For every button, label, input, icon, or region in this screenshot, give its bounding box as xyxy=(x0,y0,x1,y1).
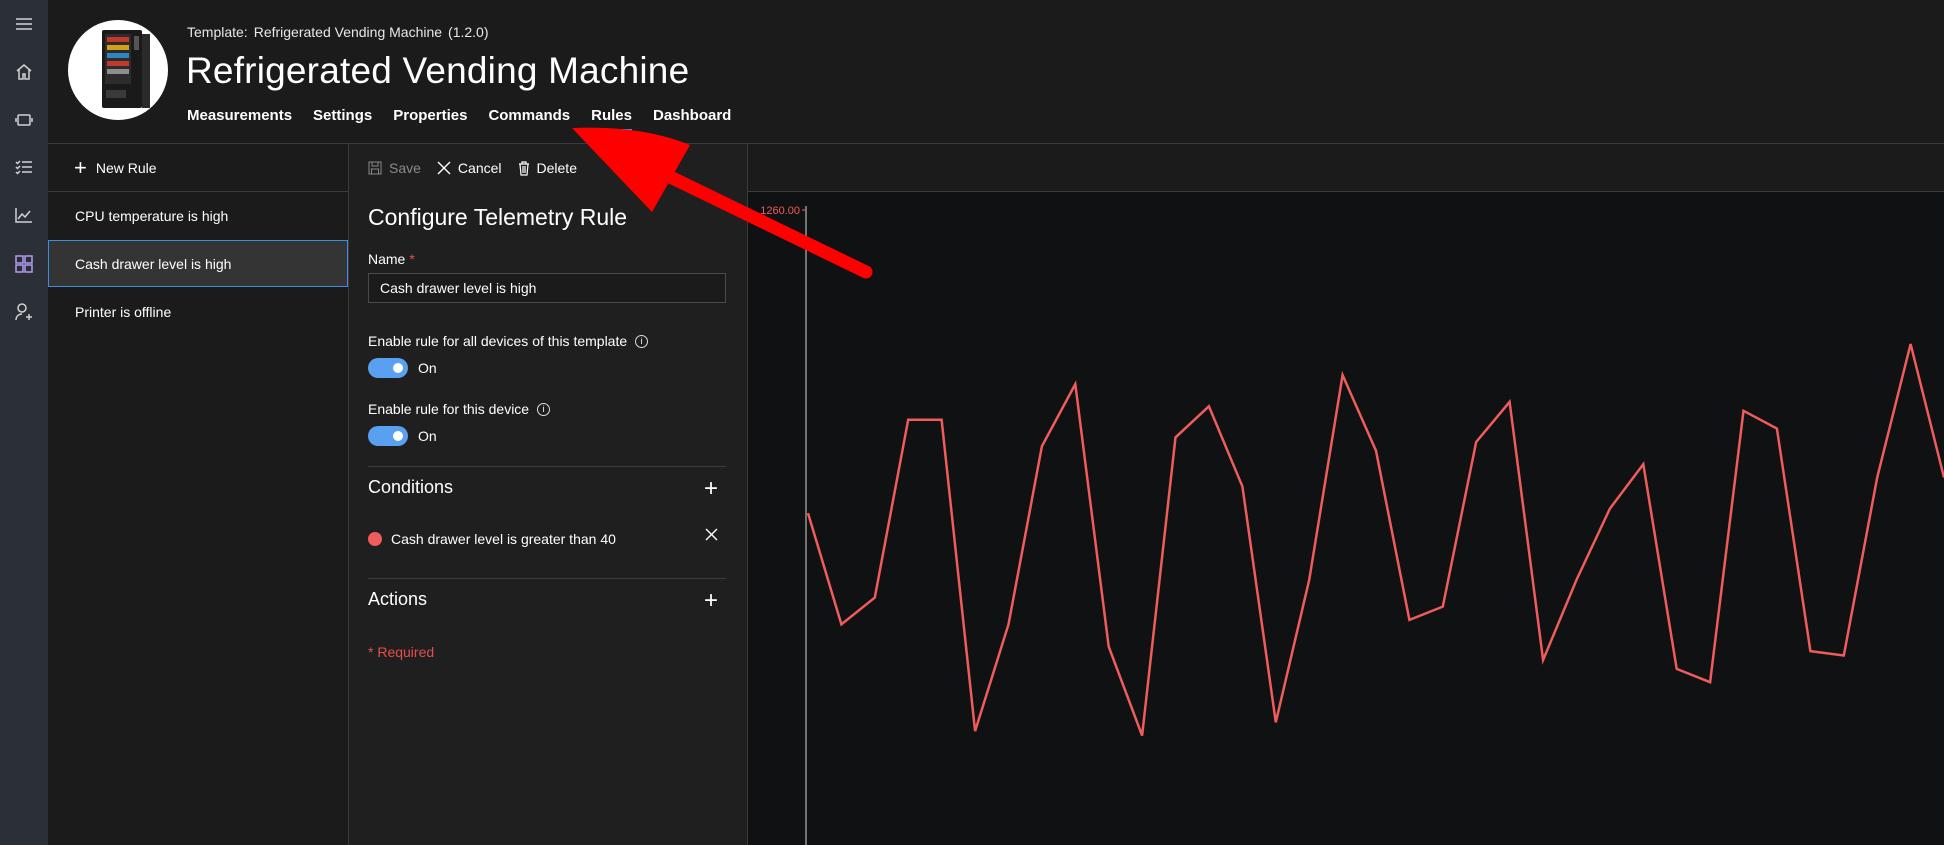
device-header: Template: Refrigerated Vending Machine (1.… xyxy=(48,0,1944,144)
template-info: Template: Refrigerated Vending Machine (1.… xyxy=(187,24,495,40)
enable-all-devices-label: Enable rule for all devices of this temp… xyxy=(368,333,649,349)
enable-this-device-label: Enable rule for this device i xyxy=(368,401,551,417)
left-nav-rail xyxy=(0,0,48,845)
vending-machine-icon xyxy=(102,30,150,108)
toggle-knob xyxy=(393,431,403,441)
template-name[interactable]: Refrigerated Vending Machine xyxy=(254,24,442,40)
condition-text: Cash drawer level is greater than 40 xyxy=(391,531,616,547)
condition-item[interactable]: Cash drawer level is greater than 40 xyxy=(368,531,616,547)
new-rule-label: New Rule xyxy=(95,159,157,176)
rules-list-panel: + New Rule CPU temperature is high Cash … xyxy=(48,144,349,845)
admin-icon[interactable] xyxy=(12,300,36,324)
cancel-label: Cancel xyxy=(457,160,502,176)
telemetry-series-line xyxy=(806,343,1944,737)
toggle-knob xyxy=(393,363,403,373)
plus-icon: + xyxy=(74,154,87,180)
device-tabs: Measurements Settings Properties Command… xyxy=(187,107,752,131)
save-button[interactable]: Save xyxy=(368,160,421,176)
device-image-avatar xyxy=(68,20,168,120)
name-field-label: Name * xyxy=(368,251,415,267)
device-title: Refrigerated Vending Machine xyxy=(186,50,690,91)
configure-rule-title: Configure Telemetry Rule xyxy=(368,204,628,230)
section-divider xyxy=(368,578,726,579)
info-icon[interactable]: i xyxy=(537,402,551,416)
tab-dashboard[interactable]: Dashboard xyxy=(653,107,731,131)
save-icon xyxy=(368,161,382,175)
close-icon xyxy=(437,161,451,175)
rule-toolbar: Save Cancel Delete xyxy=(368,160,593,176)
required-marker: * xyxy=(409,251,415,267)
add-condition-button[interactable]: + xyxy=(704,477,718,501)
add-action-button[interactable]: + xyxy=(704,589,718,613)
toggle-state: On xyxy=(418,360,437,376)
toggle-switch[interactable] xyxy=(368,358,408,378)
enable-this-device-toggle[interactable]: On xyxy=(368,426,437,446)
conditions-title: Conditions xyxy=(368,477,454,497)
template-version: (1.2.0) xyxy=(448,24,489,40)
telemetry-chart: 1260.00 xyxy=(748,144,1944,845)
enable-device-label-text: Enable rule for this device xyxy=(368,401,530,417)
new-rule-button[interactable]: + New Rule xyxy=(48,144,348,192)
rule-name-input[interactable] xyxy=(368,273,726,303)
devices-icon[interactable] xyxy=(12,108,36,132)
tab-commands[interactable]: Commands xyxy=(488,107,570,131)
delete-button[interactable]: Delete xyxy=(518,160,577,176)
chart-svg: 1260.00 xyxy=(760,205,1944,845)
rules-list-icon[interactable] xyxy=(12,155,36,179)
y-max-label: 1260.00 xyxy=(760,205,800,217)
required-note: * Required xyxy=(368,644,435,660)
section-divider xyxy=(368,466,726,467)
tab-properties[interactable]: Properties xyxy=(393,107,467,131)
home-icon[interactable] xyxy=(12,60,36,84)
enable-all-label-text: Enable rule for all devices of this temp… xyxy=(368,333,628,349)
dashboard-icon[interactable] xyxy=(12,252,36,276)
tab-rules[interactable]: Rules xyxy=(591,107,632,131)
rule-list-item[interactable]: CPU temperature is high xyxy=(48,192,348,239)
template-label: Template: xyxy=(187,24,248,40)
rule-list-item[interactable]: Printer is offline xyxy=(48,288,348,335)
toggle-switch[interactable] xyxy=(368,426,408,446)
trash-icon xyxy=(518,160,529,176)
delete-label: Delete xyxy=(536,160,577,176)
condition-color-dot xyxy=(368,532,382,546)
tab-settings[interactable]: Settings xyxy=(313,107,372,131)
actions-title: Actions xyxy=(368,589,428,609)
cancel-button[interactable]: Cancel xyxy=(437,160,502,176)
tab-measurements[interactable]: Measurements xyxy=(187,107,292,131)
toggle-state: On xyxy=(418,428,437,444)
info-icon[interactable]: i xyxy=(635,334,649,348)
analytics-icon[interactable] xyxy=(12,203,36,227)
configure-rule-panel: Save Cancel Delete Configure Telemetry R… xyxy=(349,144,748,845)
remove-condition-button[interactable] xyxy=(705,528,718,546)
save-label: Save xyxy=(389,160,421,176)
enable-all-devices-toggle[interactable]: On xyxy=(368,358,437,378)
rule-list-item-selected[interactable]: Cash drawer level is high xyxy=(48,240,348,287)
menu-icon[interactable] xyxy=(12,12,36,36)
close-icon xyxy=(705,528,718,541)
name-label-text: Name xyxy=(368,251,406,267)
